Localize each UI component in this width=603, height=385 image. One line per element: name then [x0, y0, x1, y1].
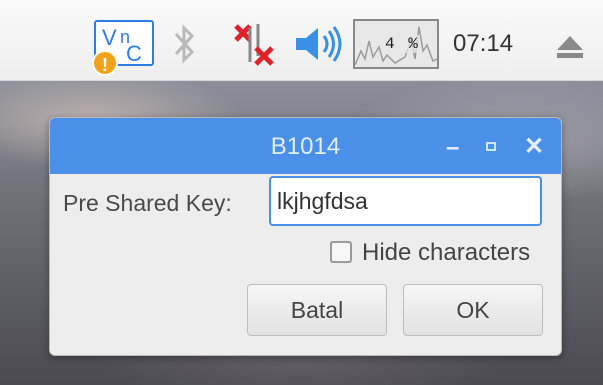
bluetooth-icon[interactable]	[170, 24, 200, 69]
cancel-button[interactable]: Batal	[247, 284, 387, 336]
clock[interactable]: 07:14	[453, 30, 513, 58]
eject-icon[interactable]	[555, 34, 585, 65]
warning-icon: !	[92, 50, 118, 76]
psk-dialog: B1014 – ✕ Pre Shared Key: Hide character…	[49, 117, 562, 356]
dialog-title: B1014	[270, 133, 341, 160]
dialog-titlebar[interactable]: B1014 – ✕	[50, 118, 561, 174]
ok-button[interactable]: OK	[403, 284, 543, 336]
svg-text:V: V	[102, 25, 117, 50]
psk-label: Pre Shared Key:	[63, 190, 232, 216]
maximize-icon[interactable]	[486, 142, 496, 151]
taskbar: V n C ! 4 % 07:14	[0, 0, 603, 81]
minimize-icon[interactable]: –	[446, 134, 459, 162]
hide-characters-label[interactable]: Hide characters	[362, 239, 530, 267]
hide-characters-checkbox[interactable]	[330, 241, 352, 263]
network-disconnected-icon[interactable]	[228, 20, 276, 73]
cpu-monitor[interactable]: 4 %	[353, 19, 439, 69]
close-icon[interactable]: ✕	[524, 132, 544, 161]
cpu-usage-text: 4 %	[385, 35, 420, 53]
volume-icon[interactable]	[294, 24, 344, 69]
psk-input[interactable]	[269, 176, 542, 226]
svg-text:C: C	[126, 41, 142, 63]
